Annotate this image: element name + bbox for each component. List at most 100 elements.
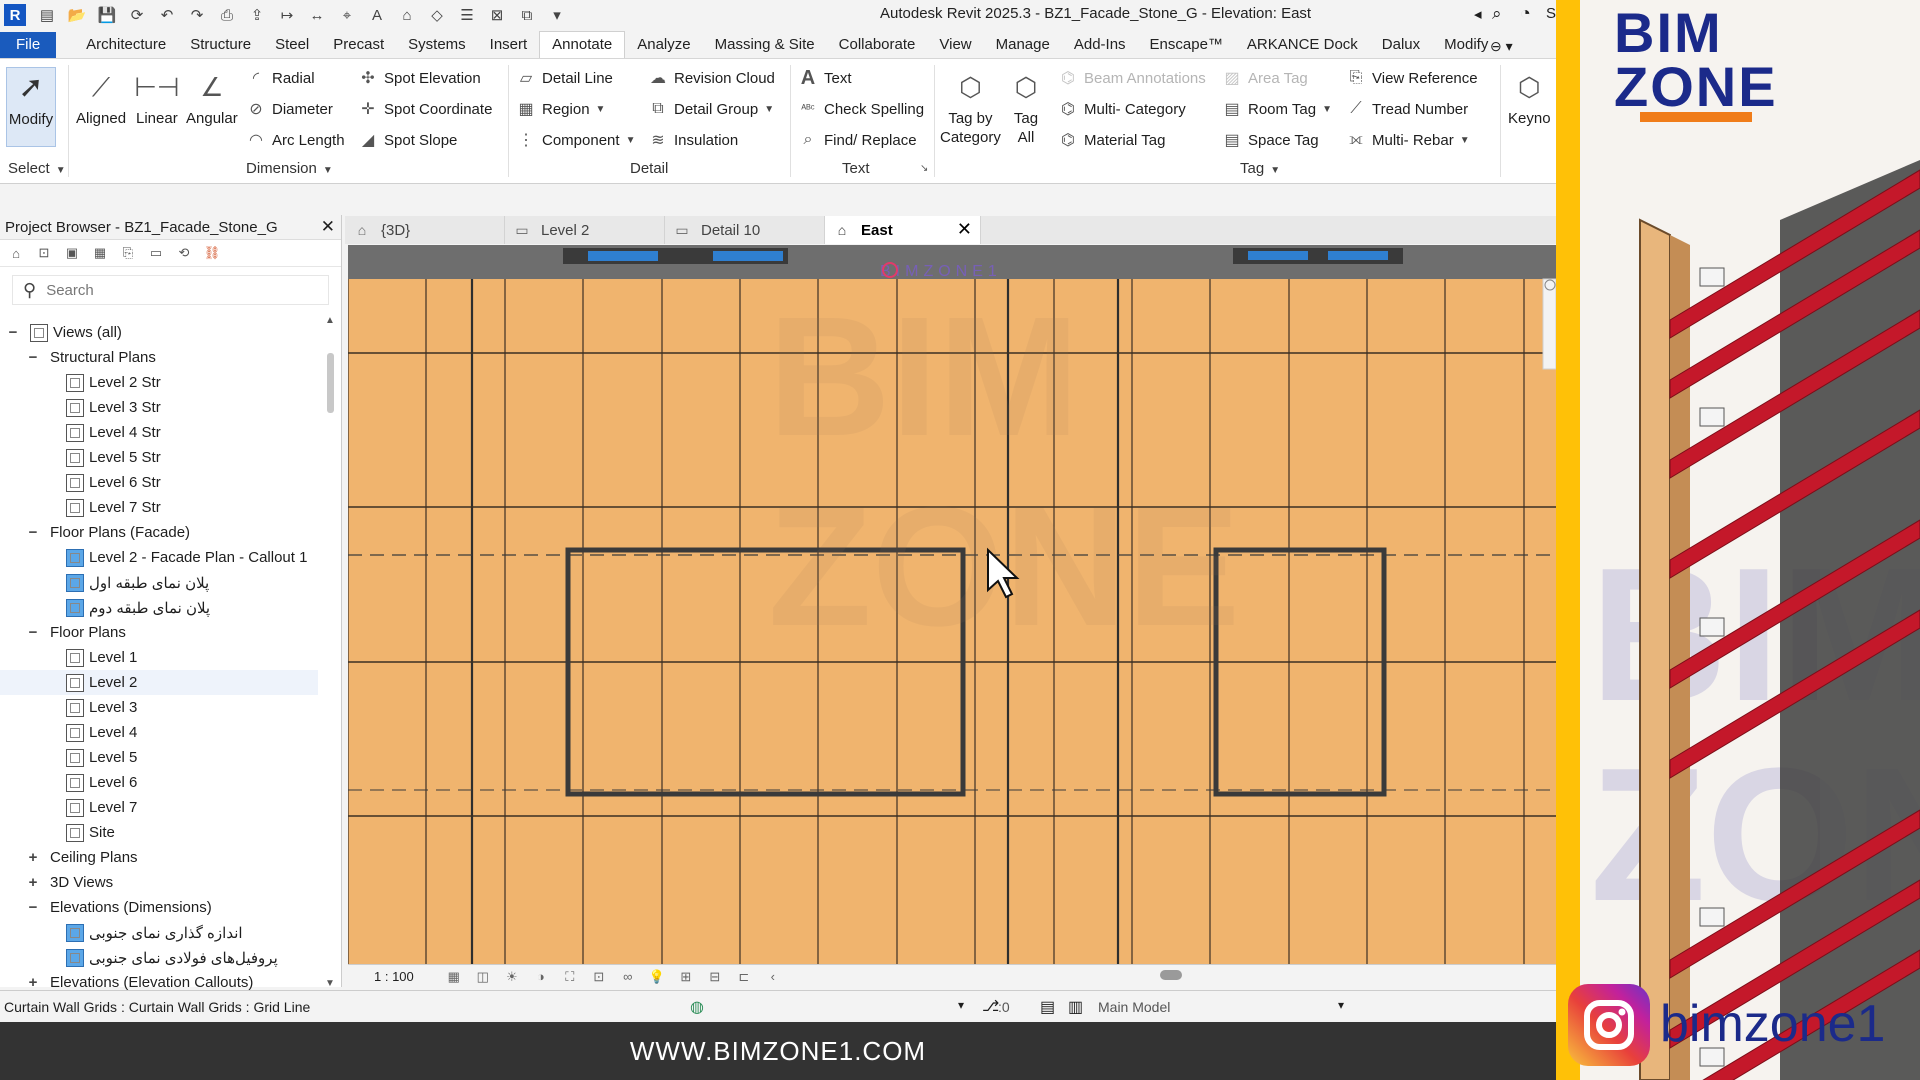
text-icon[interactable]: A (366, 5, 388, 25)
check-spelling-button[interactable]: ᴬᴮᶜ Check Spelling (798, 99, 924, 119)
tree-item[interactable]: − Elevations (Dimensions) (0, 895, 318, 920)
curtain-wall-drawing[interactable]: BIMZONE1 BIM ZONE (348, 245, 1556, 965)
multi-category-button[interactable]: ⌬ Multi- Category (1058, 99, 1186, 119)
export-icon[interactable]: ⇪ (246, 5, 268, 25)
view-scale[interactable]: 1 : 100 (374, 969, 414, 984)
text-settings-icon[interactable]: ↘ (920, 163, 928, 174)
revision-cloud-button[interactable]: ☁ Revision Cloud (648, 68, 775, 88)
tab-view[interactable]: View (927, 32, 983, 58)
collapse-icon[interactable]: − (26, 624, 40, 641)
tab-systems[interactable]: Systems (396, 32, 478, 58)
insulation-button[interactable]: ≋ Insulation (648, 130, 738, 150)
spot-coordinate-button[interactable]: ✛ Spot Coordinate (358, 99, 492, 119)
keynote-button[interactable]: ⬡ Keyno (1508, 67, 1551, 128)
tree-item[interactable]: − Floor Plans (Facade) (0, 520, 318, 545)
expand-icon[interactable]: + (26, 974, 40, 991)
tab-architecture[interactable]: Architecture (74, 32, 178, 58)
tab-insert[interactable]: Insert (478, 32, 540, 58)
redo-icon[interactable]: ↷ (186, 5, 208, 25)
tree-item[interactable]: Level 4 (0, 720, 318, 745)
expand-icon[interactable]: + (26, 874, 40, 891)
tab-manage[interactable]: Manage (984, 32, 1062, 58)
tab-3d-view[interactable]: ⌂ {3D} (345, 216, 505, 244)
schedule-icon[interactable]: ▦ (90, 244, 110, 262)
scroll-left-icon[interactable]: ‹ (763, 968, 783, 986)
measure-icon[interactable]: ↦ (276, 5, 298, 25)
tree-item[interactable]: پلان نمای طبقه دوم (0, 595, 318, 620)
tree-item[interactable]: Level 2 (0, 670, 318, 695)
tree-item[interactable]: Level 7 Str (0, 495, 318, 520)
tree-item[interactable]: اندازه گذاری نمای جنوبی (0, 920, 318, 945)
dropdown-icon[interactable]: ▾ (1338, 998, 1344, 1012)
tree-item[interactable]: Level 3 Str (0, 395, 318, 420)
3d-view-icon[interactable]: ⌂ (396, 5, 418, 25)
tree-item[interactable]: Level 2 Str (0, 370, 318, 395)
text-button[interactable]: A Text (798, 67, 852, 89)
tag-all-button[interactable]: ⬡ Tag All (1006, 67, 1046, 147)
tab-add-ins[interactable]: Add-Ins (1062, 32, 1138, 58)
tab-level-2[interactable]: ▭ Level 2 (505, 216, 665, 244)
spot-slope-button[interactable]: ◢ Spot Slope (358, 130, 458, 150)
shadows-icon[interactable]: ◑ (531, 968, 551, 986)
area-tag-button[interactable]: ▨ Area Tag (1222, 68, 1307, 88)
sheet-icon[interactable]: ⎘ (118, 244, 138, 262)
angular-dimension-button[interactable]: ∠ Angular (186, 67, 238, 128)
linear-dimension-button[interactable]: ⊢⊣ Linear (134, 67, 179, 128)
component-button[interactable]: ⋮ Component ▼ (516, 130, 635, 150)
tag-by-category-button[interactable]: ⬡ Tag by Category (940, 67, 1001, 147)
tree-item[interactable]: − Views (all) (0, 320, 318, 345)
selection-filter-icon[interactable]: ⎇ (982, 997, 999, 1015)
scroll-down-icon[interactable]: ▼ (325, 978, 335, 989)
multi-rebar-button[interactable]: ⟗ Multi- Rebar ▼ (1346, 130, 1470, 150)
worksharing-icon[interactable]: ◍ (690, 997, 704, 1017)
instagram-handle[interactable]: bimzone1 (1660, 994, 1885, 1054)
room-tag-button[interactable]: ▤ Room Tag ▼ (1222, 99, 1332, 119)
view-reference-button[interactable]: ⎘ View Reference (1346, 68, 1478, 88)
detail-group-button[interactable]: ⧉ Detail Group ▼ (648, 99, 774, 119)
spot-elevation-button[interactable]: ✣ Spot Elevation (358, 68, 480, 88)
tab-analyze[interactable]: Analyze (625, 32, 702, 58)
collapse-icon[interactable]: − (26, 349, 40, 366)
revit-logo[interactable]: R (4, 4, 26, 26)
tree-item[interactable]: − Floor Plans (0, 620, 318, 645)
instagram-icon[interactable] (1568, 984, 1650, 1066)
tree-item[interactable]: +3D Views (0, 870, 318, 895)
tree-item[interactable]: Level 6 Str (0, 470, 318, 495)
tree-item[interactable]: پلان نمای طبقه اول (0, 570, 318, 595)
detail-level-icon[interactable]: ▦ (444, 968, 464, 986)
tab-steel[interactable]: Steel (263, 32, 321, 58)
reveal-hidden-icon[interactable]: 💡 (647, 968, 667, 986)
section-icon[interactable]: ◇ (426, 5, 448, 25)
print-icon[interactable]: ⎙ (216, 5, 238, 25)
user-initial[interactable]: S (1546, 5, 1556, 22)
expand-icon[interactable]: + (26, 849, 40, 866)
tab-arkance-dock[interactable]: ARKANCE Dock (1235, 32, 1370, 58)
constraints-icon[interactable]: ⊏ (734, 968, 754, 986)
collapse-icon[interactable]: − (26, 524, 40, 541)
tree-item[interactable]: Level 1 (0, 645, 318, 670)
aligned-dimension-button[interactable]: ⟋ Aligned (76, 67, 126, 128)
diameter-dimension-button[interactable]: ⊘ Diameter (246, 99, 333, 119)
navigation-bar[interactable] (1542, 278, 1556, 370)
tree-item[interactable]: Level 4 Str (0, 420, 318, 445)
beam-annotations-button[interactable]: ⌬ Beam Annotations (1058, 68, 1206, 88)
home-icon[interactable]: ▤ (36, 5, 58, 25)
sync-icon[interactable]: ⟳ (126, 5, 148, 25)
switch-windows-icon[interactable]: ⧉ (516, 5, 538, 25)
tab-collaborate[interactable]: Collaborate (827, 32, 928, 58)
horizontal-scroll-thumb[interactable] (1160, 970, 1182, 980)
undo-icon[interactable]: ↶ (156, 5, 178, 25)
tag-icon[interactable]: ⌖ (336, 5, 358, 25)
user-icon[interactable]: ◔ (1520, 3, 1531, 24)
select-panel-label[interactable]: Select ▼ (8, 160, 66, 177)
tree-item[interactable]: Level 6 (0, 770, 318, 795)
home-icon[interactable]: ⌂ (6, 244, 26, 262)
tree-item[interactable]: Level 5 Str (0, 445, 318, 470)
sun-path-icon[interactable]: ☀ (502, 968, 522, 986)
space-tag-button[interactable]: ▤ Space Tag (1222, 130, 1318, 150)
tree-item[interactable]: Level 3 (0, 695, 318, 720)
tab-detail-10[interactable]: ▭ Detail 10 (665, 216, 825, 244)
temporary-hide-icon[interactable]: ∞ (618, 968, 638, 986)
analytical-model-icon[interactable]: ⊟ (705, 968, 725, 986)
tree-item[interactable]: Level 7 (0, 795, 318, 820)
